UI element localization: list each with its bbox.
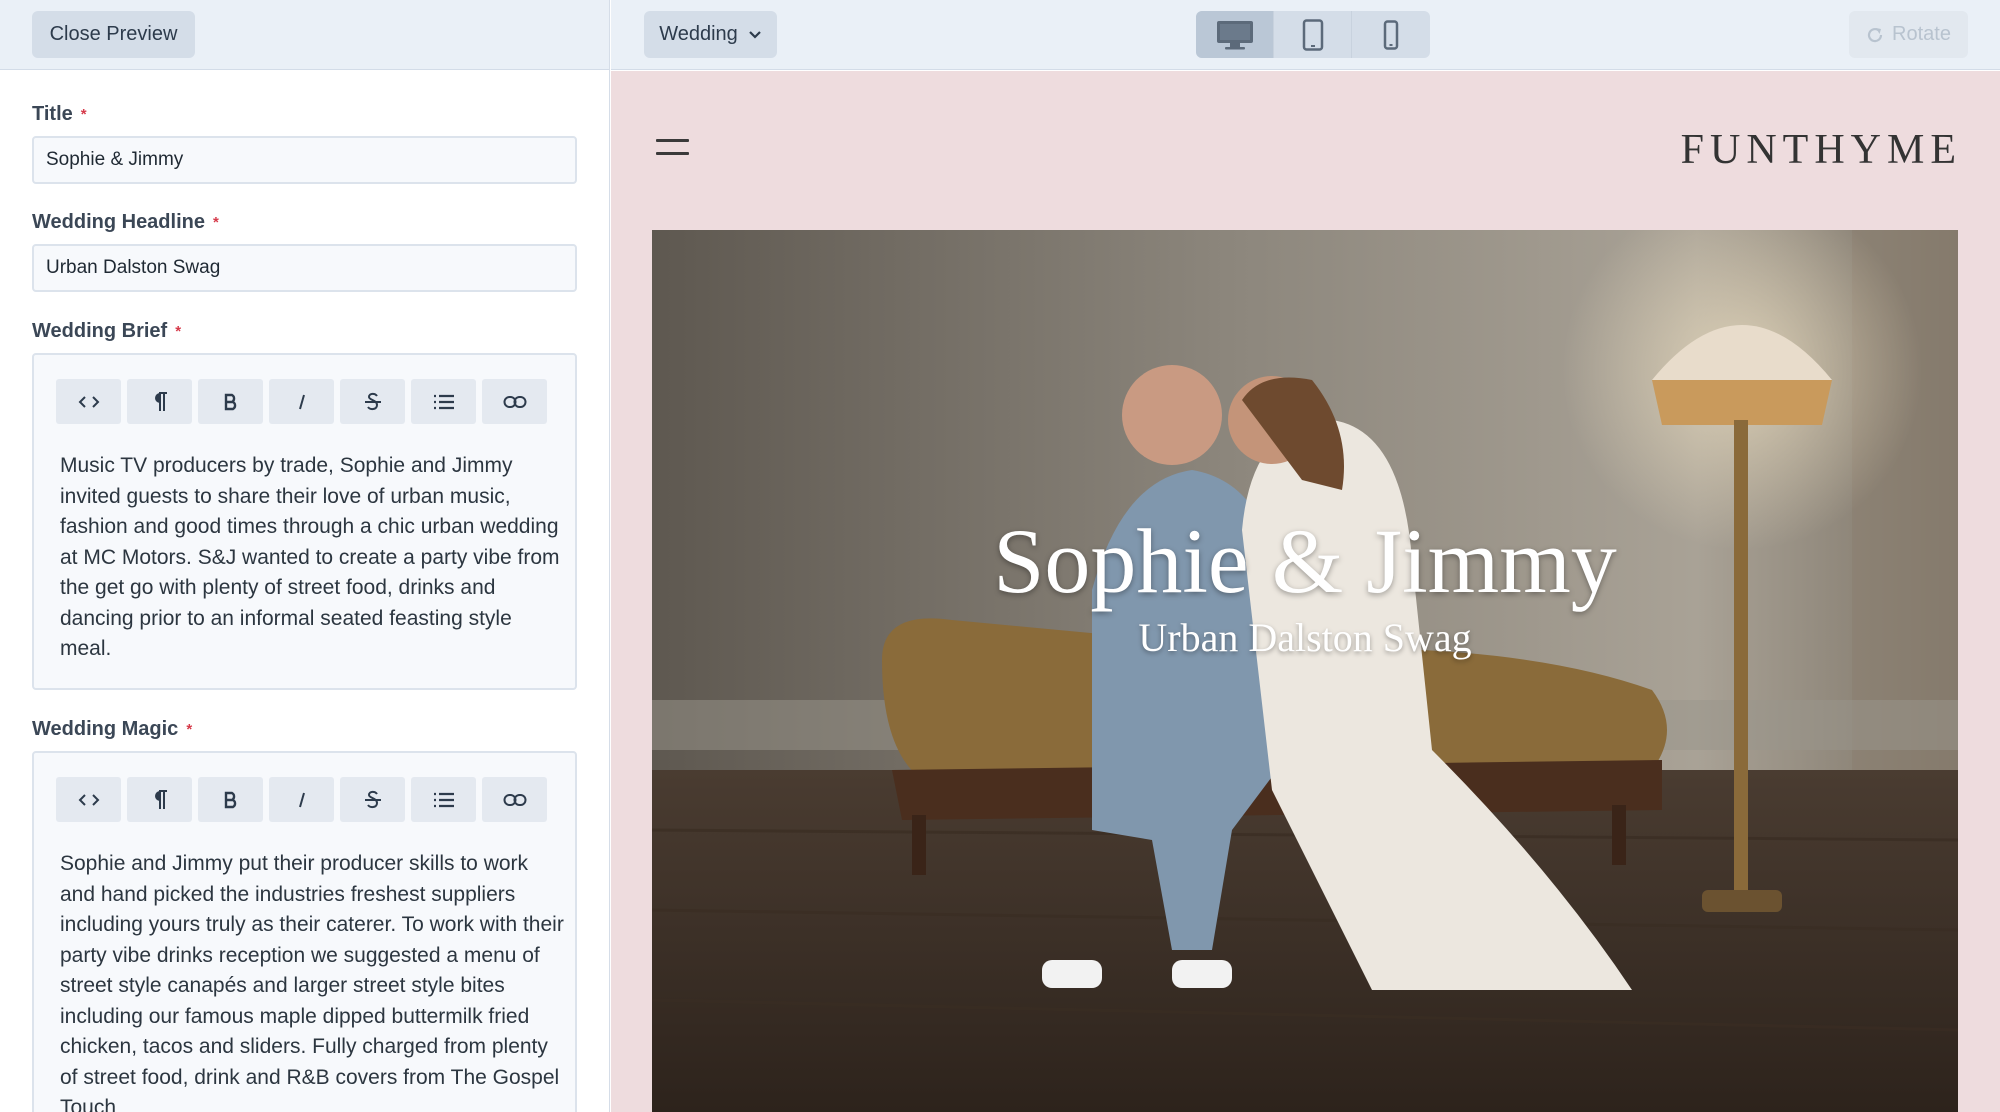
required-marker: *	[186, 721, 193, 738]
strikethrough-icon[interactable]	[340, 777, 405, 822]
list-icon[interactable]	[411, 777, 476, 822]
italic-icon[interactable]	[269, 379, 334, 424]
rotate-icon	[1867, 27, 1883, 42]
close-preview-button[interactable]: Close Preview	[32, 11, 195, 58]
bold-icon[interactable]	[198, 379, 263, 424]
desktop-icon	[1216, 20, 1253, 49]
bold-icon[interactable]	[198, 777, 263, 822]
device-switcher	[1196, 11, 1430, 58]
code-icon[interactable]	[56, 777, 121, 822]
headline-label-text: Wedding Headline	[32, 211, 205, 233]
preview-toolbar: Wedding Rotate	[611, 0, 2000, 70]
mobile-icon	[1383, 19, 1399, 50]
tablet-icon	[1302, 18, 1323, 51]
magic-format-toolbar	[56, 777, 547, 822]
magic-editor[interactable]: Sophie and Jimmy put their producer skil…	[32, 751, 577, 1112]
hero-subtitle: Urban Dalston Swag	[1138, 615, 1472, 660]
rotate-button[interactable]: Rotate	[1849, 11, 1968, 58]
brief-format-toolbar	[56, 379, 547, 424]
template-select-label: Wedding	[659, 23, 738, 45]
template-select[interactable]: Wedding	[644, 11, 777, 58]
paragraph-icon[interactable]	[127, 379, 192, 424]
brief-label: Wedding Brief *	[32, 320, 181, 343]
headline-label: Wedding Headline *	[32, 211, 219, 234]
strikethrough-icon[interactable]	[340, 379, 405, 424]
hero-title: Sophie & Jimmy	[993, 510, 1617, 612]
desktop-device-button[interactable]	[1196, 11, 1274, 58]
title-label: Title *	[32, 103, 87, 126]
required-marker: *	[80, 106, 87, 123]
hamburger-menu-icon[interactable]	[656, 137, 689, 159]
tablet-device-button[interactable]	[1274, 11, 1352, 58]
title-input[interactable]: Sophie & Jimmy	[32, 136, 577, 184]
brief-text[interactable]: Music TV producers by trade, Sophie and …	[60, 451, 565, 665]
chevron-down-icon	[749, 31, 761, 39]
rotate-label: Rotate	[1892, 23, 1951, 45]
magic-label-text: Wedding Magic	[32, 718, 179, 740]
paragraph-icon[interactable]	[127, 777, 192, 822]
required-marker: *	[175, 323, 182, 340]
title-label-text: Title	[32, 103, 73, 125]
link-icon[interactable]	[482, 777, 547, 822]
mobile-device-button[interactable]	[1352, 11, 1430, 58]
link-icon[interactable]	[482, 379, 547, 424]
list-icon[interactable]	[411, 379, 476, 424]
magic-text[interactable]: Sophie and Jimmy put their producer skil…	[60, 849, 565, 1112]
required-marker: *	[212, 214, 219, 231]
headline-input[interactable]: Urban Dalston Swag	[32, 244, 577, 292]
code-icon[interactable]	[56, 379, 121, 424]
editor-toolbar: Close Preview	[0, 0, 609, 70]
hero-image: Sophie & Jimmy Urban Dalston Swag	[652, 230, 1958, 1112]
editor-panel: Close Preview Title * Sophie & Jimmy Wedd…	[0, 0, 610, 1112]
site-preview: FUNTHYME Sophie & Jimmy Urban Dalston Sw…	[611, 71, 2000, 1112]
brief-editor[interactable]: Music TV producers by trade, Sophie and …	[32, 353, 577, 690]
brand-logo[interactable]: FUNTHYME	[1681, 126, 1962, 174]
italic-icon[interactable]	[269, 777, 334, 822]
wedding-photo	[652, 230, 1958, 1112]
brief-label-text: Wedding Brief	[32, 320, 168, 342]
magic-label: Wedding Magic *	[32, 718, 192, 741]
